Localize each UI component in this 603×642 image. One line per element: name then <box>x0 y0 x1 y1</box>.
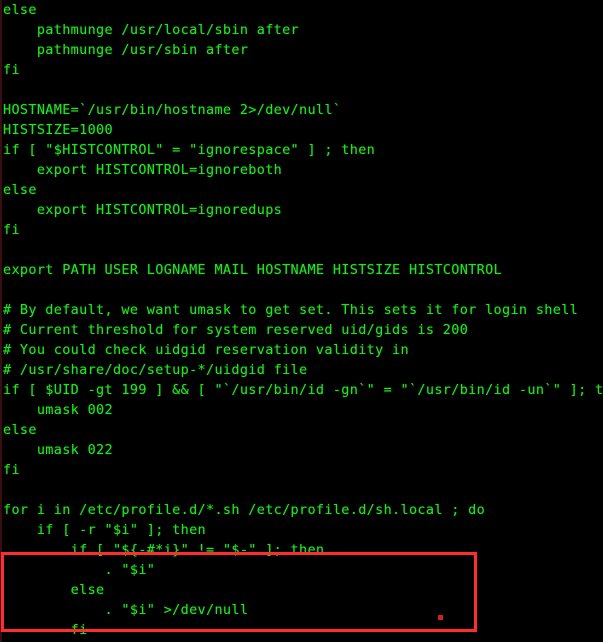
code-line[interactable]: else <box>0 580 603 600</box>
code-line[interactable]: umask 022 <box>0 440 603 460</box>
code-line[interactable]: pathmunge /usr/sbin after <box>0 40 603 60</box>
code-line[interactable]: # /usr/share/doc/setup-*/uidgid file <box>0 360 603 380</box>
code-line[interactable]: if [ "${-#*i}" != "$-" ]; then <box>0 540 603 560</box>
code-line[interactable]: export HISTCONTROL=ignoreboth <box>0 160 603 180</box>
code-line[interactable]: export PATH USER LOGNAME MAIL HOSTNAME H… <box>0 260 603 280</box>
code-line[interactable]: # You could check uidgid reservation val… <box>0 340 603 360</box>
left-edge-rule <box>0 0 2 642</box>
code-line[interactable]: # By default, we want umask to get set. … <box>0 300 603 320</box>
code-line[interactable]: fi <box>0 60 603 80</box>
code-line[interactable]: if [ $UID -gt 199 ] && [ "`/usr/bin/id -… <box>0 380 603 400</box>
code-line[interactable] <box>0 480 603 500</box>
code-line[interactable]: for i in /etc/profile.d/*.sh /etc/profil… <box>0 500 603 520</box>
code-line[interactable]: if [ -r "$i" ]; then <box>0 520 603 540</box>
code-line[interactable]: umask 002 <box>0 400 603 420</box>
code-line[interactable] <box>0 280 603 300</box>
code-line[interactable] <box>0 80 603 100</box>
code-line[interactable] <box>0 240 603 260</box>
code-line[interactable]: pathmunge /usr/local/sbin after <box>0 20 603 40</box>
code-line[interactable]: fi <box>0 460 603 480</box>
code-line[interactable]: else <box>0 420 603 440</box>
code-line[interactable]: if [ "$HISTCONTROL" = "ignorespace" ] ; … <box>0 140 603 160</box>
code-line[interactable]: # Current threshold for system reserved … <box>0 320 603 340</box>
code-line[interactable]: HISTSIZE=1000 <box>0 120 603 140</box>
code-line[interactable]: else <box>0 0 603 20</box>
code-line[interactable]: else <box>0 180 603 200</box>
code-line[interactable]: . "$i" >/dev/null <box>0 600 603 620</box>
code-line[interactable]: fi <box>0 220 603 240</box>
code-line[interactable]: . "$i" <box>0 560 603 580</box>
code-line[interactable]: export HISTCONTROL=ignoredups <box>0 200 603 220</box>
code-line[interactable]: fi <box>0 620 603 640</box>
file-content-area[interactable]: else pathmunge /usr/local/sbin after pat… <box>0 0 603 642</box>
terminal-window[interactable]: else pathmunge /usr/local/sbin after pat… <box>0 0 603 642</box>
code-line[interactable]: HOSTNAME=`/usr/bin/hostname 2>/dev/null` <box>0 100 603 120</box>
text-cursor <box>438 615 443 620</box>
